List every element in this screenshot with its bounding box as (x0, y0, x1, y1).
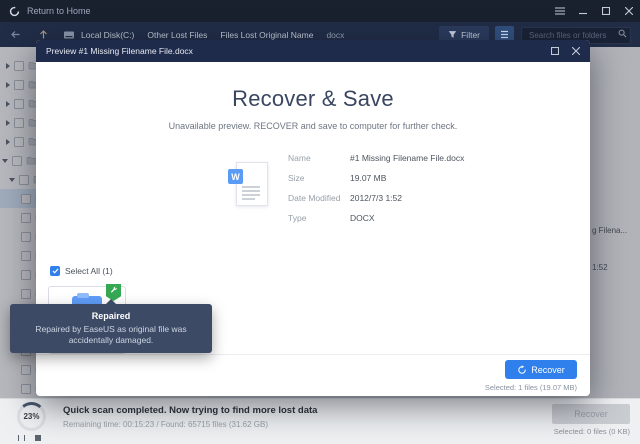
minimize-icon[interactable] (571, 0, 594, 22)
breadcrumb-item-other-lost-files[interactable]: Other Lost Files (147, 30, 207, 40)
up-arrow-icon[interactable] (38, 29, 49, 40)
file-info-value: #1 Missing Filename File.docx (350, 153, 464, 163)
scan-status-detail: Remaining time: 00:15:23 / Found: 65715 … (63, 420, 317, 429)
recover-refresh-icon (517, 365, 527, 375)
window-controls (548, 0, 640, 22)
file-info-value: 19.07 MB (350, 173, 386, 183)
word-document-icon: W (228, 160, 270, 208)
disk-icon (63, 30, 75, 40)
repaired-tooltip-body: Repaired by EaseUS as original file was … (24, 324, 198, 347)
menu-icon[interactable] (548, 0, 571, 22)
file-info-value: 2012/7/3 1:52 (350, 193, 402, 203)
window-title: Return to Home (27, 6, 91, 16)
selected-summary: Selected: 1 files (19.07 MB) (485, 383, 577, 392)
wrench-icon (110, 286, 118, 294)
select-all-control[interactable]: Select All (1) (50, 266, 113, 276)
filter-label: Filter (461, 30, 480, 40)
titlebar: Return to Home (0, 0, 640, 22)
breadcrumb-item-files-lost-original-name[interactable]: Files Lost Original Name (220, 30, 313, 40)
file-info-label: Name (288, 153, 350, 163)
preview-dialog-title: Preview #1 Missing Filename File.docx (46, 46, 193, 56)
select-all-checkbox[interactable] (50, 266, 60, 276)
close-icon[interactable] (617, 0, 640, 22)
scan-status-message: Quick scan completed. Now trying to find… (63, 405, 317, 416)
repaired-tooltip: Repaired Repaired by EaseUS as original … (10, 304, 212, 353)
scan-controls (18, 435, 41, 441)
filter-icon (448, 30, 457, 39)
footer-divider (36, 354, 590, 355)
file-info: Name #1 Missing Filename File.docx Size … (288, 152, 464, 232)
file-info-label: Type (288, 213, 350, 223)
breadcrumb-item-drive[interactable]: Local Disk(C:) (81, 30, 134, 40)
file-info-label: Size (288, 173, 350, 183)
selected-summary: Selected: 0 files (0 KB) (554, 427, 630, 436)
file-info-row-name: Name #1 Missing Filename File.docx (288, 152, 464, 163)
select-all-label: Select All (1) (65, 266, 113, 276)
stop-icon[interactable] (35, 435, 41, 441)
recover-button-label: Recover (531, 365, 565, 375)
file-info-label: Date Modified (288, 193, 350, 203)
back-arrow-icon[interactable] (10, 29, 21, 40)
breadcrumb-item-docx[interactable]: docx (326, 30, 344, 40)
preview-dialog-controls (551, 47, 580, 55)
file-info-row-size: Size 19.07 MB (288, 172, 464, 183)
pause-icon[interactable] (18, 435, 25, 441)
recover-button-label: Recover (574, 409, 608, 419)
file-info-row-type: Type DOCX (288, 212, 464, 223)
maximize-icon[interactable] (551, 47, 559, 55)
recover-button[interactable]: Recover (505, 360, 577, 379)
scan-status-bar: 23% Quick scan completed. Now trying to … (0, 398, 640, 444)
repaired-tooltip-title: Repaired (10, 304, 212, 321)
file-info-row-date-modified: Date Modified 2012/7/3 1:52 (288, 192, 464, 203)
recover-save-heading: Recover & Save (36, 86, 590, 112)
word-letter-tile: W (228, 169, 243, 184)
scan-status-text: Quick scan completed. Now trying to find… (63, 405, 317, 429)
file-info-value: DOCX (350, 213, 375, 223)
app-logo-icon (9, 6, 20, 17)
recover-save-subheading: Unavailable preview. RECOVER and save to… (36, 121, 590, 131)
maximize-icon[interactable] (594, 0, 617, 22)
preview-dialog-header: Preview #1 Missing Filename File.docx (36, 40, 590, 62)
scan-progress-ring: 23% (17, 402, 46, 431)
search-icon[interactable] (618, 29, 627, 38)
list-view-icon (500, 30, 509, 39)
recover-button-disabled[interactable]: Recover (552, 404, 630, 424)
close-icon[interactable] (572, 47, 580, 55)
scan-progress-percent: 23% (17, 412, 46, 421)
